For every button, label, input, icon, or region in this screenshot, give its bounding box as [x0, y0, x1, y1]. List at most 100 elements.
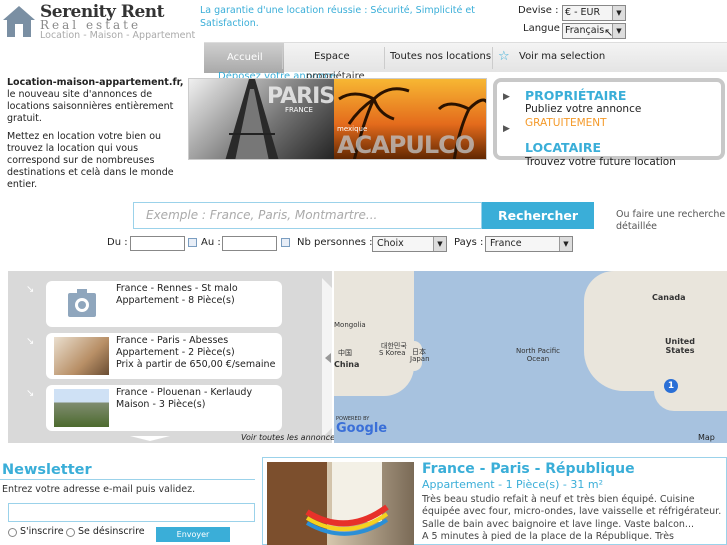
persons-label: Nb personnes : [297, 237, 373, 248]
listing-item[interactable]: France - Paris - Abesses Appartement - 2… [46, 333, 282, 379]
locataire-title[interactable]: LOCATAIRE [525, 140, 601, 155]
calendar-icon[interactable] [281, 238, 290, 247]
intro-paragraph-2: Mettez en location votre bien ou trouvez… [7, 131, 174, 190]
gratuitement-text: GRATUITEMENT [525, 117, 607, 129]
google-logo[interactable]: Google [336, 421, 387, 436]
listings-map[interactable]: Canada United States North Pacific Ocean… [334, 271, 727, 443]
nav-divider [492, 47, 493, 69]
map-marker[interactable]: 1 [664, 379, 678, 393]
intro-title: Location-maison-appartement.fr, [7, 77, 184, 88]
guarantee-text: La garantie d'une location réussie : Séc… [200, 5, 475, 29]
map-land-asia [334, 271, 414, 396]
camera-placeholder-icon [54, 285, 109, 323]
featured-title[interactable]: France - Paris - République [422, 461, 635, 477]
newsletter-send-button[interactable]: Envoyer [156, 527, 230, 542]
map-label-canada: Canada [652, 293, 686, 302]
map-land-america [584, 271, 727, 391]
search-input[interactable]: Exemple : France, Paris, Montmartre... [133, 202, 482, 229]
newsletter-email-input[interactable] [8, 503, 255, 522]
listing-photo [54, 337, 109, 375]
nav-item-label: Accueil [227, 52, 263, 63]
brand-tagline: Location - Maison - Appartement [40, 30, 196, 41]
google-logo-text: Google [336, 421, 388, 436]
unsubscribe-label[interactable]: Se désinscrire [78, 526, 145, 537]
country-label: Pays : [454, 237, 484, 248]
destination-banner[interactable]: PARIS FRANCE mexique ACAPULCO [188, 78, 487, 160]
newsletter-instructions: Entrez votre adresse e-mail puis validez… [2, 484, 196, 495]
unsubscribe-radio[interactable] [66, 528, 75, 537]
featured-description-text-2: A 5 minutes à pied de la place de la Rép… [422, 530, 675, 542]
chevron-down-icon: ▼ [612, 24, 625, 38]
listing-type: Maison - 3 Pièce(s) [116, 399, 206, 410]
featured-description: Très beau studio refait à neuf et très b… [422, 494, 722, 543]
featured-subtitle: Appartement - 1 Pièce(s) - 31 m² [422, 478, 603, 491]
search-button[interactable]: Rechercher [482, 202, 594, 229]
advanced-search-link[interactable]: Ou faire une recherche détaillée [616, 209, 727, 233]
langue-select[interactable]: Français ▼ [562, 23, 626, 39]
listings-panel: ↘ France - Rennes - St malo Appartement … [8, 271, 332, 443]
nav-item-locations[interactable]: Toutes nos locations [390, 51, 491, 62]
star-icon: ☆ [498, 49, 510, 64]
arrow-down-right-icon: ↘ [26, 284, 35, 295]
nav-item-selection[interactable]: Voir ma selection [519, 51, 605, 62]
featured-listing-photo[interactable] [267, 462, 414, 545]
listing-item[interactable]: France - Rennes - St malo Appartement - … [46, 281, 282, 327]
devise-select[interactable]: € - EUR ▼ [562, 5, 626, 21]
country-select[interactable]: France ▼ [485, 236, 573, 252]
chevron-down-icon: ▼ [612, 6, 625, 20]
persons-select[interactable]: Choix ▼ [372, 236, 447, 252]
proprietaire-title[interactable]: PROPRIÉTAIRE [525, 88, 626, 103]
proprietaire-text[interactable]: Publiez votre annonce [525, 103, 641, 115]
map-label-china: China [334, 360, 360, 369]
mouse-cursor-icon: ↖ [604, 26, 614, 39]
arrow-down-right-icon: ↘ [26, 388, 35, 399]
map-label-mongolia: Mongolia [334, 321, 366, 329]
du-label: Du : [107, 237, 128, 248]
nav-item-accueil[interactable]: Accueil [204, 43, 284, 73]
featured-description-text: Très beau studio refait à neuf et très b… [422, 494, 722, 530]
nav-divider [384, 47, 385, 69]
main-nav: Accueil Espace Toutes nos locations ☆ Vo… [204, 42, 727, 73]
listing-item[interactable]: France - Plouenan - Kerlaudy Maison - 3 … [46, 385, 282, 431]
newsletter-title: Newsletter [2, 462, 92, 478]
langue-value: Français [565, 25, 605, 36]
listing-location: France - Rennes - St malo [116, 283, 238, 294]
listing-location: France - Plouenan - Kerlaudy [116, 387, 253, 398]
nav-divider [282, 47, 283, 69]
chevron-down-icon: ▼ [433, 237, 446, 251]
listing-price: Prix à partir de 650,00 €/semaine [116, 359, 276, 370]
nav-item-espace[interactable]: Espace [314, 51, 350, 62]
persons-value: Choix [377, 238, 404, 249]
intro-paragraph-1: le nouveau site d'annonces de locations … [7, 89, 174, 124]
newsletter-divider [0, 479, 255, 480]
map-type-link[interactable]: Map [698, 433, 715, 442]
map-label-japan: Japan [410, 355, 430, 363]
map-label-skorea: S Korea [379, 349, 406, 357]
subscribe-label[interactable]: S'inscrire [20, 526, 64, 537]
house-logo-icon [3, 6, 35, 37]
listing-photo [54, 389, 109, 427]
scroll-slider[interactable] [322, 278, 332, 438]
locataire-text[interactable]: Trouvez votre future location [525, 156, 676, 168]
calendar-icon[interactable] [188, 238, 197, 247]
see-all-listings-link[interactable]: Voir toutes les annonces [241, 433, 339, 442]
banner-city-acapulco: ACAPULCO [337, 131, 475, 159]
site-logo[interactable]: Serenity Rent Real estate Location - Mai… [0, 0, 198, 44]
map-label-usa: United States [665, 337, 695, 355]
listing-type: Appartement - 2 Pièce(s) [116, 347, 235, 358]
promo-box: ▶ PROPRIÉTAIRE Publiez votre annonce ▶ G… [493, 78, 725, 168]
langue-label: Langue : [523, 23, 567, 34]
triangle-right-icon: ▶ [503, 124, 510, 134]
triangle-right-icon: ▶ [503, 92, 510, 102]
intro-text: Location-maison-appartement.fr, le nouvea… [7, 77, 187, 197]
date-from-input[interactable] [130, 236, 185, 251]
country-value: France [490, 238, 522, 249]
listing-type: Appartement - 8 Pièce(s) [116, 295, 235, 306]
subscribe-radio[interactable] [8, 528, 17, 537]
map-label-pacific: North Pacific Ocean [515, 347, 561, 363]
listings-pager-icon[interactable] [130, 436, 170, 441]
chevron-down-icon: ▼ [559, 237, 572, 251]
listing-location: France - Paris - Abesses [116, 335, 229, 346]
date-to-input[interactable] [222, 236, 277, 251]
devise-label: Devise : [518, 5, 559, 16]
